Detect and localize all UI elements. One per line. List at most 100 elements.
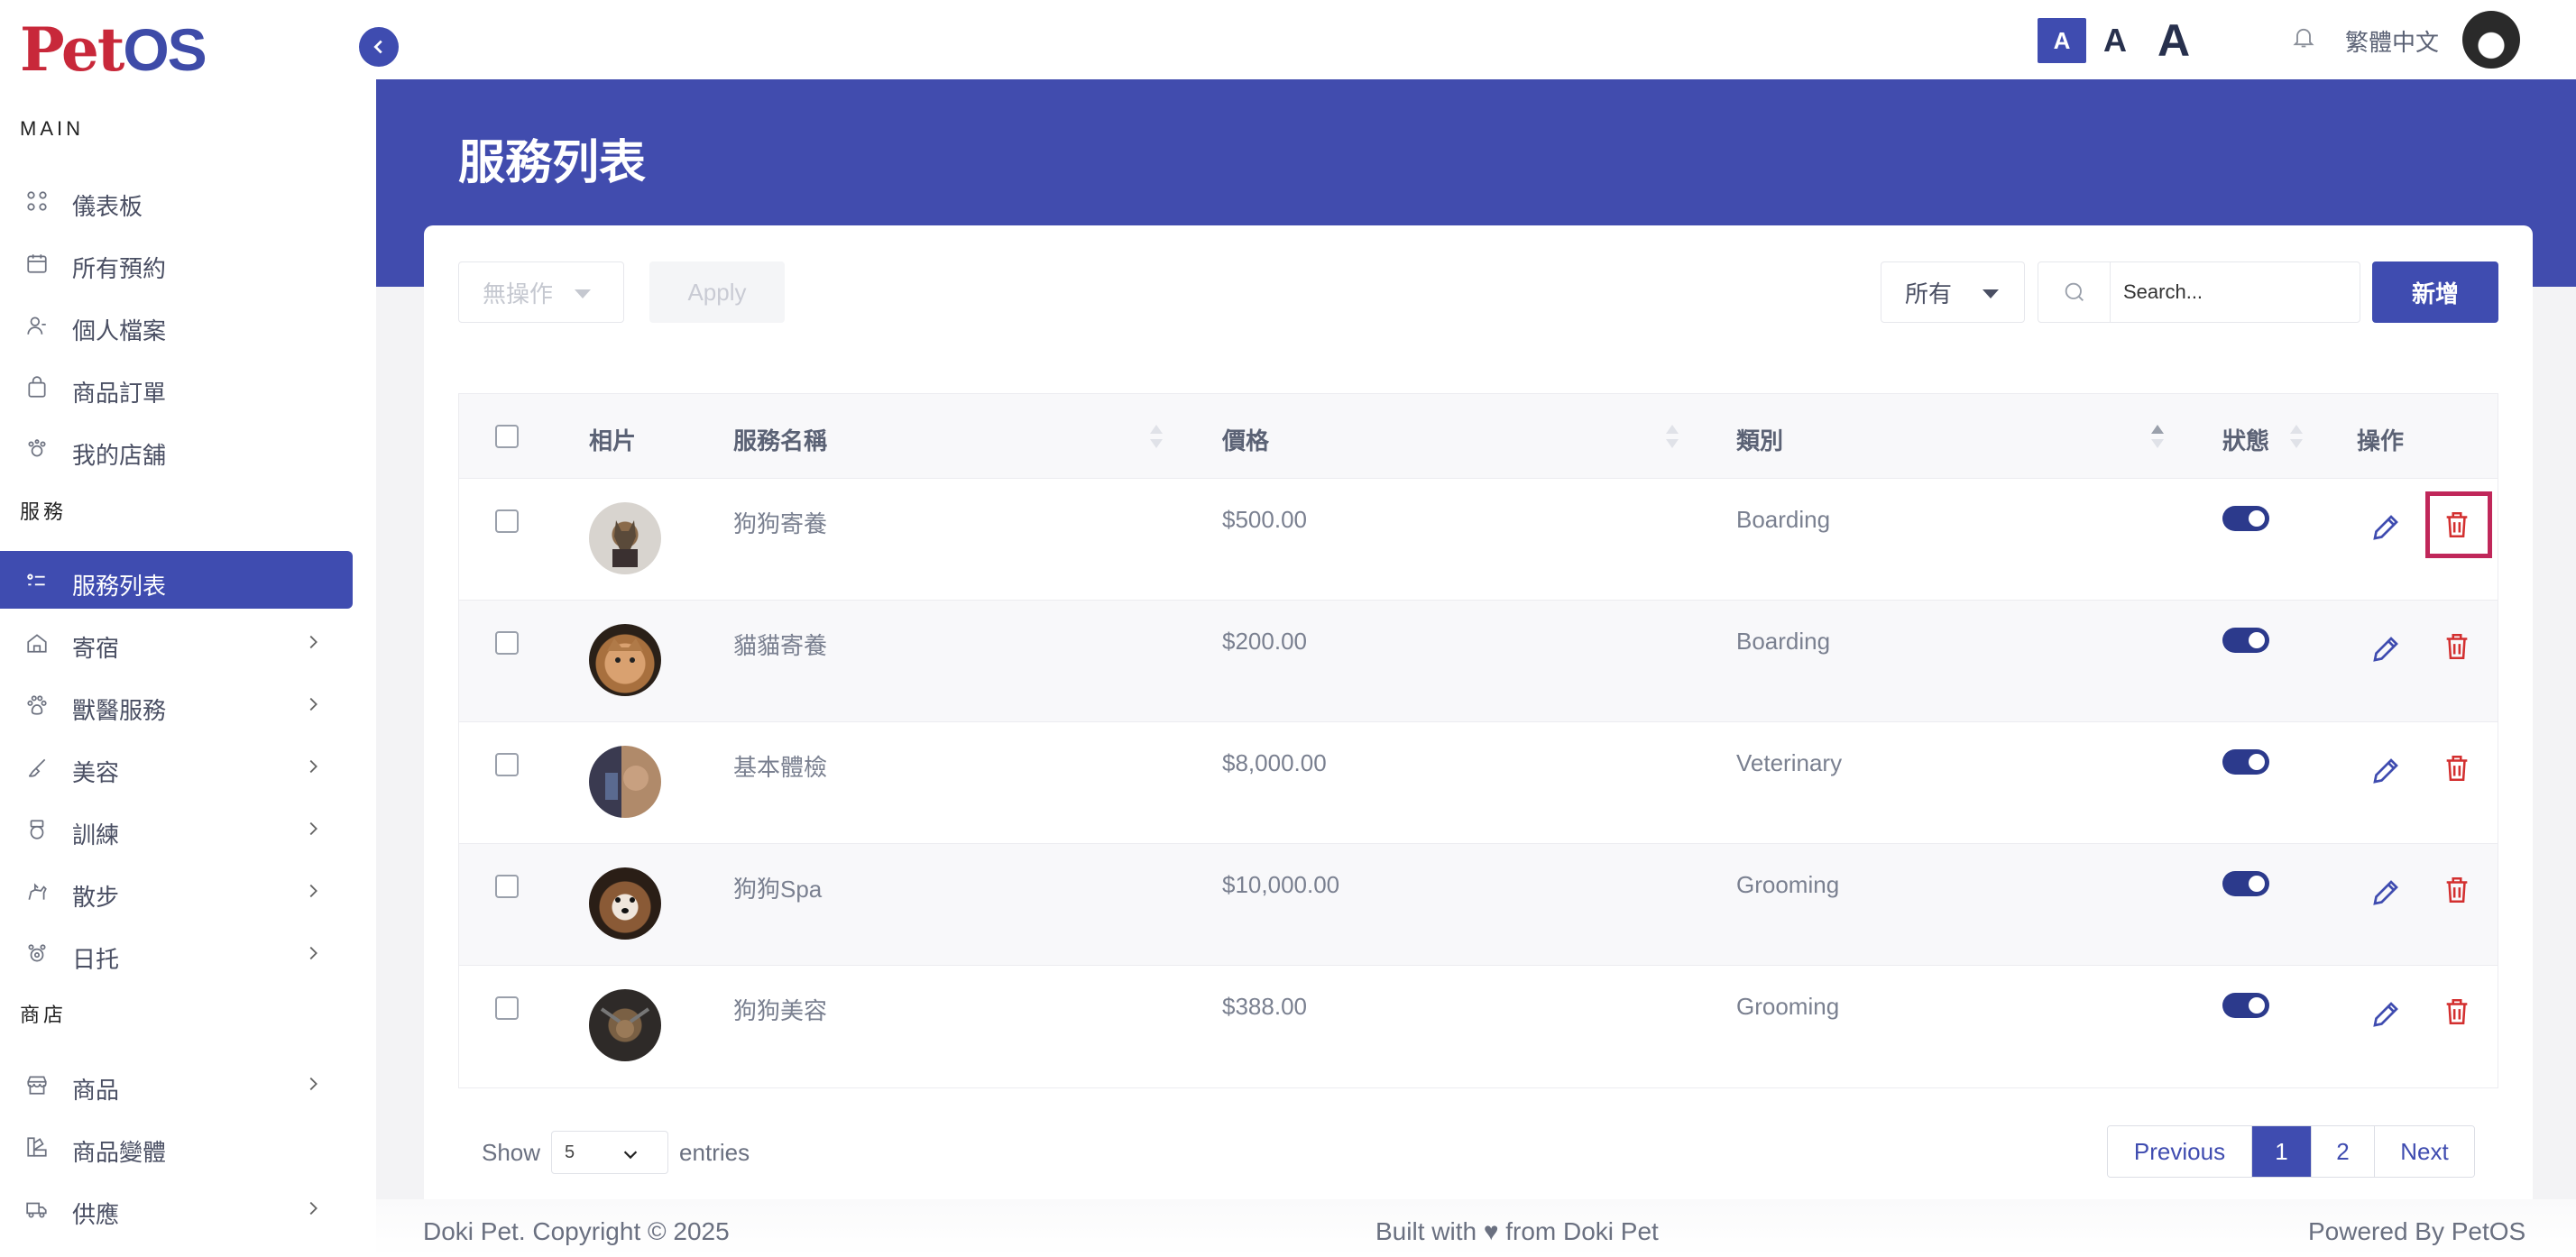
section-service-label: 服務: [20, 500, 68, 523]
sidebar-item-profile[interactable]: 個人檔案: [0, 296, 353, 353]
table-row: 狗狗美容 $388.00 Grooming: [459, 966, 2498, 1087]
sidebar-item-orders[interactable]: 商品訂單: [0, 358, 353, 416]
page-1-button[interactable]: 1: [2252, 1126, 2312, 1177]
language-selector[interactable]: 繁體中文: [2345, 24, 2439, 58]
header-category[interactable]: 類別: [1736, 423, 1783, 456]
table-header: 相片 服務名稱 價格 類別 狀態 操作: [459, 394, 2498, 479]
sidebar-item-products[interactable]: 商品: [0, 1055, 353, 1113]
sidebar-item-product-variants[interactable]: 商品變體: [0, 1117, 353, 1175]
section-main-label: MAIN: [20, 117, 84, 140]
status-toggle[interactable]: [2222, 749, 2269, 775]
search-input[interactable]: [2111, 280, 2354, 304]
service-photo: [589, 746, 661, 818]
status-toggle[interactable]: [2222, 628, 2269, 653]
pencil-icon[interactable]: [2369, 511, 2402, 544]
row-checkbox[interactable]: [495, 753, 519, 776]
sort-name-icon[interactable]: [1150, 425, 1163, 452]
trash-icon[interactable]: [2442, 508, 2472, 542]
sidebar-item-service-list[interactable]: 服務列表: [0, 551, 353, 609]
header-status[interactable]: 狀態: [2222, 423, 2269, 456]
paw-icon: [27, 695, 47, 715]
status-toggle[interactable]: [2222, 506, 2269, 531]
category-filter-select[interactable]: 所有: [1881, 261, 2025, 323]
table-row: 狗狗Spa $10,000.00 Grooming: [459, 844, 2498, 966]
pencil-icon[interactable]: [2369, 633, 2402, 665]
heart-icon: ♥: [1483, 1217, 1499, 1245]
trash-icon[interactable]: [2442, 873, 2472, 907]
row-checkbox[interactable]: [495, 996, 519, 1020]
row-checkbox[interactable]: [495, 631, 519, 655]
apply-button[interactable]: Apply: [649, 261, 785, 323]
trash-icon[interactable]: [2442, 751, 2472, 785]
trash-icon[interactable]: [2442, 995, 2472, 1029]
sidebar-item-label: 商品變體: [72, 1139, 167, 1166]
entries-select[interactable]: 5: [551, 1131, 669, 1174]
pencil-icon[interactable]: [2369, 998, 2402, 1031]
font-size-medium-button[interactable]: A: [2091, 18, 2139, 63]
sidebar-item-supply[interactable]: 供應: [0, 1179, 353, 1237]
page-2-button[interactable]: 2: [2312, 1126, 2375, 1177]
sidebar-item-label: 我的店舖: [72, 442, 167, 469]
footer: Doki Pet. Copyright © 2025 Built with ♥ …: [376, 1199, 2576, 1257]
sort-category-icon[interactable]: [2151, 425, 2164, 452]
row-checkbox[interactable]: [495, 509, 519, 533]
sidebar-collapse-button[interactable]: [359, 27, 399, 67]
sidebar-item-appointments[interactable]: 所有預約: [0, 234, 353, 291]
row-checkbox[interactable]: [495, 875, 519, 898]
select-all-checkbox[interactable]: [495, 425, 519, 448]
powered-brand-link[interactable]: PetOS: [2452, 1217, 2525, 1245]
pencil-icon[interactable]: [2369, 755, 2402, 787]
caret-down-icon: [575, 289, 591, 298]
sidebar-item-vet[interactable]: 獸醫服務: [0, 675, 353, 733]
sidebar-item-label: 訓練: [72, 821, 120, 849]
header-photo: 相片: [589, 427, 637, 454]
sidebar-item-daycare[interactable]: 日托: [0, 924, 353, 982]
service-name: 基本體檢: [733, 754, 828, 781]
pencil-icon[interactable]: [2369, 876, 2402, 909]
footer-brand-link[interactable]: Doki Pet: [423, 1217, 519, 1245]
sidebar-item-boarding[interactable]: 寄宿: [0, 613, 353, 671]
service-category: Boarding: [1736, 628, 1831, 655]
sidebar-item-label: 商品: [72, 1077, 120, 1104]
home-icon: [27, 634, 47, 653]
service-category: Grooming: [1736, 993, 1840, 1020]
sidebar-item-walking[interactable]: 散步: [0, 862, 353, 920]
sidebar-item-grooming[interactable]: 美容: [0, 738, 353, 795]
variant-icon: [27, 1137, 47, 1157]
previous-page-button[interactable]: Previous: [2108, 1126, 2252, 1177]
powered-by-text: Powered By: [2308, 1217, 2452, 1245]
service-list-card: 無操作 Apply 所有 新增 相片 服務名稱 價格 類別 狀態 操作: [424, 225, 2533, 1199]
header-price[interactable]: 價格: [1222, 423, 1269, 456]
font-size-large-button[interactable]: A: [2147, 15, 2201, 66]
sidebar-item-label: 個人檔案: [72, 317, 167, 344]
bulk-action-select[interactable]: 無操作: [458, 261, 624, 323]
service-name: 狗狗Spa: [733, 876, 823, 903]
topbar: [376, 0, 2576, 79]
sidebar-item-my-store[interactable]: 我的店舖: [0, 420, 353, 478]
petos-logo[interactable]: Pet OS: [20, 14, 207, 85]
page-title: 服務列表: [458, 137, 647, 189]
sidebar-item-label: 所有預約: [72, 255, 167, 282]
trash-icon[interactable]: [2442, 629, 2472, 664]
sort-price-icon[interactable]: [1666, 425, 1679, 452]
next-page-button[interactable]: Next: [2375, 1126, 2474, 1177]
medal-icon: [30, 820, 44, 840]
avatar[interactable]: [2462, 11, 2520, 69]
sidebar-item-training[interactable]: 訓練: [0, 800, 353, 858]
sort-status-icon[interactable]: [2290, 425, 2303, 452]
brush-icon: [28, 758, 46, 777]
service-category: Veterinary: [1736, 749, 1843, 776]
truck-icon: [26, 1202, 47, 1218]
chevron-right-icon: [309, 821, 317, 836]
header-name[interactable]: 服務名稱: [733, 423, 827, 456]
status-toggle[interactable]: [2222, 871, 2269, 896]
footer-copyright: Doki Pet. Copyright © 2025: [423, 1217, 730, 1246]
add-service-button[interactable]: 新增: [2372, 261, 2498, 323]
built-from-text: from Doki Pet: [1498, 1217, 1659, 1245]
service-price: $10,000.00: [1222, 871, 1340, 898]
bell-icon[interactable]: [2291, 23, 2316, 50]
font-size-small-button[interactable]: A: [2038, 18, 2086, 63]
service-price: $500.00: [1222, 506, 1307, 533]
sidebar-item-dashboard[interactable]: 儀表板: [0, 171, 353, 229]
status-toggle[interactable]: [2222, 993, 2269, 1018]
